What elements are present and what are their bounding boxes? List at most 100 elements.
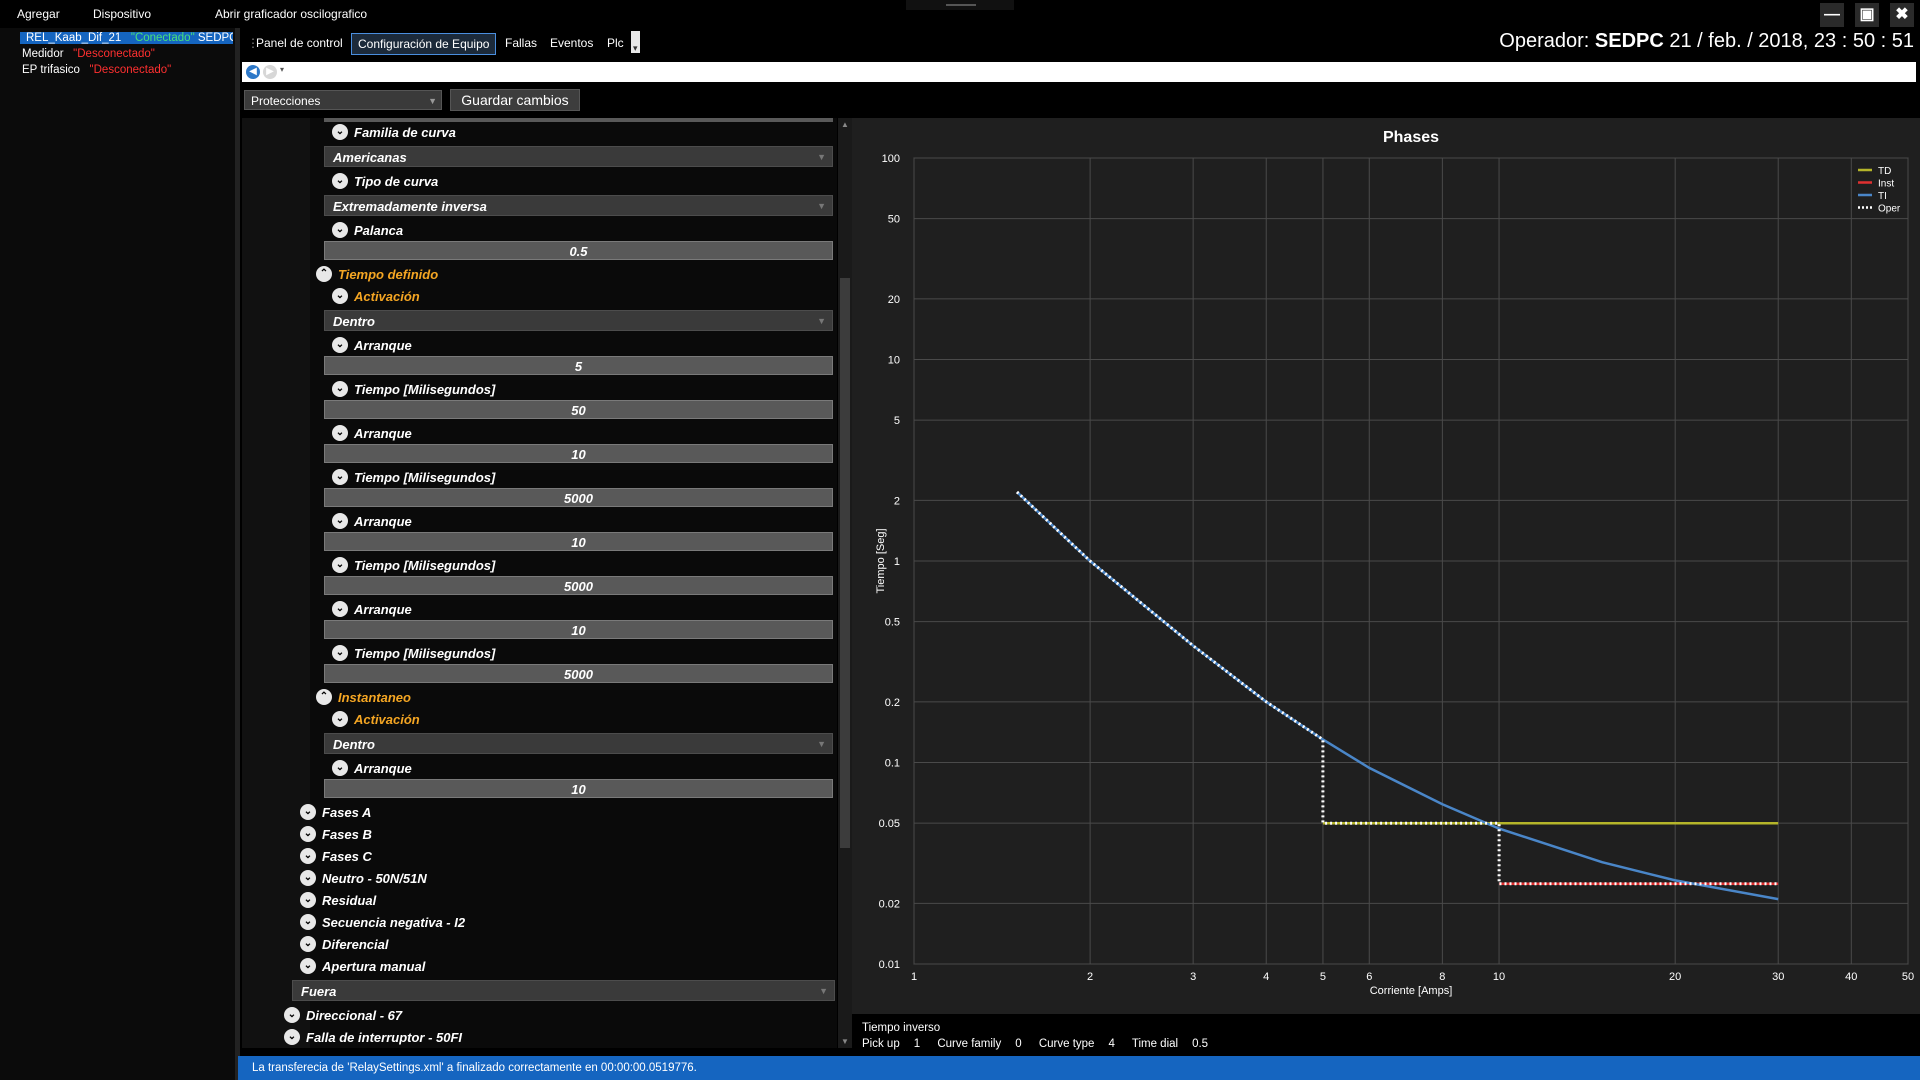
chevron-down-icon[interactable]: ⌄ (300, 826, 316, 842)
section-select[interactable]: Protecciones ▼ (244, 90, 442, 110)
settings-header-label: Tiempo [Milisegundos] (354, 382, 496, 397)
device-item-rel-kaab[interactable]: REL_Kaab_Dif_21 "Conectado" SEDPC (20, 32, 233, 44)
tab-overflow-icon[interactable]: ▾ (631, 31, 640, 53)
setting-value-field[interactable]: 10 (324, 444, 833, 463)
y-tick-label: 5 (894, 415, 900, 427)
chevron-up-icon[interactable]: ⌃ (316, 266, 332, 282)
settings-header-label: Neutro - 50N/51N (322, 871, 427, 886)
setting-combobox[interactable]: Dentro ▼ (324, 733, 833, 754)
tab-configuracion-equipo[interactable]: Configuración de Equipo (351, 33, 497, 55)
chevron-down-icon: ▼ (819, 986, 828, 996)
y-tick-label: 0.5 (885, 617, 900, 629)
chevron-down-icon[interactable]: ⌄ (332, 124, 348, 140)
chevron-down-icon[interactable]: ⌄ (300, 848, 316, 864)
chevron-down-icon[interactable]: ⌄ (332, 425, 348, 441)
settings-header-label: Palanca (354, 223, 404, 238)
type-label: Curve type (1038, 1038, 1095, 1050)
setting-combobox[interactable]: Fuera ▼ (292, 980, 835, 1001)
tab-panel-de-control[interactable]: Panel de control (250, 33, 349, 53)
curve-info: Tiempo inverso Pick up 1 Curve family 0 Cu… (862, 1020, 1222, 1052)
chevron-down-icon[interactable]: ⌄ (332, 513, 348, 529)
legend-label: Oper (1878, 204, 1901, 215)
operator-name: SEDPC (1594, 30, 1664, 52)
chevron-down-icon[interactable]: ⌄ (284, 1007, 300, 1023)
forward-arrow-icon[interactable]: ▶ (263, 65, 277, 79)
settings-scrollbar[interactable]: ▲ ▼ (838, 118, 852, 1048)
chevron-up-icon[interactable]: ⌃ (316, 689, 332, 705)
chevron-down-icon[interactable]: ⌄ (332, 337, 348, 353)
operator-datetime: 21 / feb. / 2018, 23 : 50 : 51 (1669, 30, 1914, 52)
scroll-thumb[interactable] (840, 278, 850, 848)
chevron-down-icon[interactable]: ⌄ (332, 469, 348, 485)
history-dropdown-icon[interactable]: ▾ (280, 65, 284, 74)
setting-combobox-value: Americanas (333, 150, 407, 165)
settings-header-label: Instantaneo (338, 690, 411, 705)
chevron-down-icon[interactable]: ⌄ (332, 711, 348, 727)
setting-value-field[interactable]: 5000 (324, 664, 833, 683)
chevron-down-icon[interactable]: ⌄ (332, 601, 348, 617)
y-tick-label: 0.05 (879, 818, 900, 830)
chevron-down-icon[interactable]: ⌄ (300, 870, 316, 886)
chevron-down-icon[interactable]: ⌄ (284, 1029, 300, 1045)
chevron-down-icon[interactable]: ⌄ (300, 914, 316, 930)
back-arrow-icon[interactable]: ◀ (246, 65, 260, 79)
chevron-down-icon[interactable]: ⌄ (332, 381, 348, 397)
tab-eventos[interactable]: Eventos (544, 33, 599, 53)
setting-combobox-value: Extremadamente inversa (333, 199, 487, 214)
minimize-button[interactable]: — (1820, 3, 1844, 27)
navigation-bar: ◀ ▶ ▾ (242, 62, 1916, 82)
chevron-down-icon[interactable]: ⌄ (332, 760, 348, 776)
chevron-down-icon[interactable]: ⌄ (300, 936, 316, 952)
save-changes-button[interactable]: Guardar cambios (450, 89, 580, 111)
chevron-down-icon[interactable]: ⌄ (300, 804, 316, 820)
panel-splitter[interactable] (235, 28, 240, 1080)
setting-value-field[interactable]: 5 (324, 356, 833, 375)
setting-combobox[interactable]: Americanas ▼ (324, 146, 833, 167)
chevron-down-icon[interactable]: ⌄ (300, 958, 316, 974)
tab-plc[interactable]: Plc (601, 33, 630, 53)
setting-value-field[interactable]: 10 (324, 620, 833, 639)
setting-combobox-value: Dentro (333, 737, 375, 752)
menu-abrir-graficador[interactable]: Abrir graficador oscilografico (215, 7, 367, 21)
scroll-up-icon[interactable]: ▲ (841, 120, 849, 129)
maximize-button[interactable]: ▣ (1855, 3, 1879, 27)
x-tick-label: 3 (1190, 971, 1196, 983)
chevron-down-icon[interactable]: ⌄ (300, 892, 316, 908)
scroll-down-icon[interactable]: ▼ (841, 1037, 849, 1046)
setting-combobox[interactable]: Dentro ▼ (324, 310, 833, 331)
setting-value-field[interactable]: 10 (324, 779, 833, 798)
device-status: "Desconectado" (89, 64, 172, 76)
y-axis-label: Tiempo [Seg] (875, 528, 887, 593)
chevron-down-icon[interactable]: ⌄ (332, 288, 348, 304)
device-item-medidor[interactable]: Medidor "Desconectado" (22, 48, 155, 60)
x-tick-label: 5 (1320, 971, 1326, 983)
setting-value-field[interactable]: 50 (324, 400, 833, 419)
x-tick-label: 20 (1669, 971, 1681, 983)
setting-value-field[interactable]: 0.5 (324, 241, 833, 260)
settings-header-label: Tiempo [Milisegundos] (354, 646, 496, 661)
setting-combobox[interactable]: Extremadamente inversa ▼ (324, 195, 833, 216)
setting-value-field[interactable]: 5000 (324, 488, 833, 507)
chevron-down-icon[interactable]: ⌄ (332, 557, 348, 573)
tab-fallas[interactable]: Fallas (499, 33, 543, 53)
settings-header-label: Arranque (354, 426, 412, 441)
close-button[interactable]: ✖ (1890, 3, 1914, 27)
y-tick-label: 20 (888, 294, 900, 306)
drag-grip[interactable] (906, 0, 1014, 10)
setting-value-field[interactable]: 5000 (324, 576, 833, 595)
settings-header-label: Fases B (322, 827, 372, 842)
device-operator: SEDPC (197, 32, 233, 44)
menu-dispositivo[interactable]: Dispositivo (93, 7, 151, 21)
device-status: "Conectado" (130, 32, 195, 44)
value-box-partial (324, 118, 833, 122)
settings-header-label: Tipo de curva (354, 174, 439, 189)
chevron-down-icon[interactable]: ⌄ (332, 645, 348, 661)
device-item-ep-trifasico[interactable]: EP trifasico "Desconectado" (22, 64, 171, 76)
chevron-down-icon[interactable]: ⌄ (332, 222, 348, 238)
chevron-down-icon[interactable]: ⌄ (332, 173, 348, 189)
device-status: "Desconectado" (73, 48, 155, 60)
setting-value-field[interactable]: 10 (324, 532, 833, 551)
chart-title: Phases (1383, 129, 1439, 146)
menu-agregar[interactable]: Agregar (17, 7, 60, 21)
operator-label: Operador: (1499, 30, 1590, 52)
